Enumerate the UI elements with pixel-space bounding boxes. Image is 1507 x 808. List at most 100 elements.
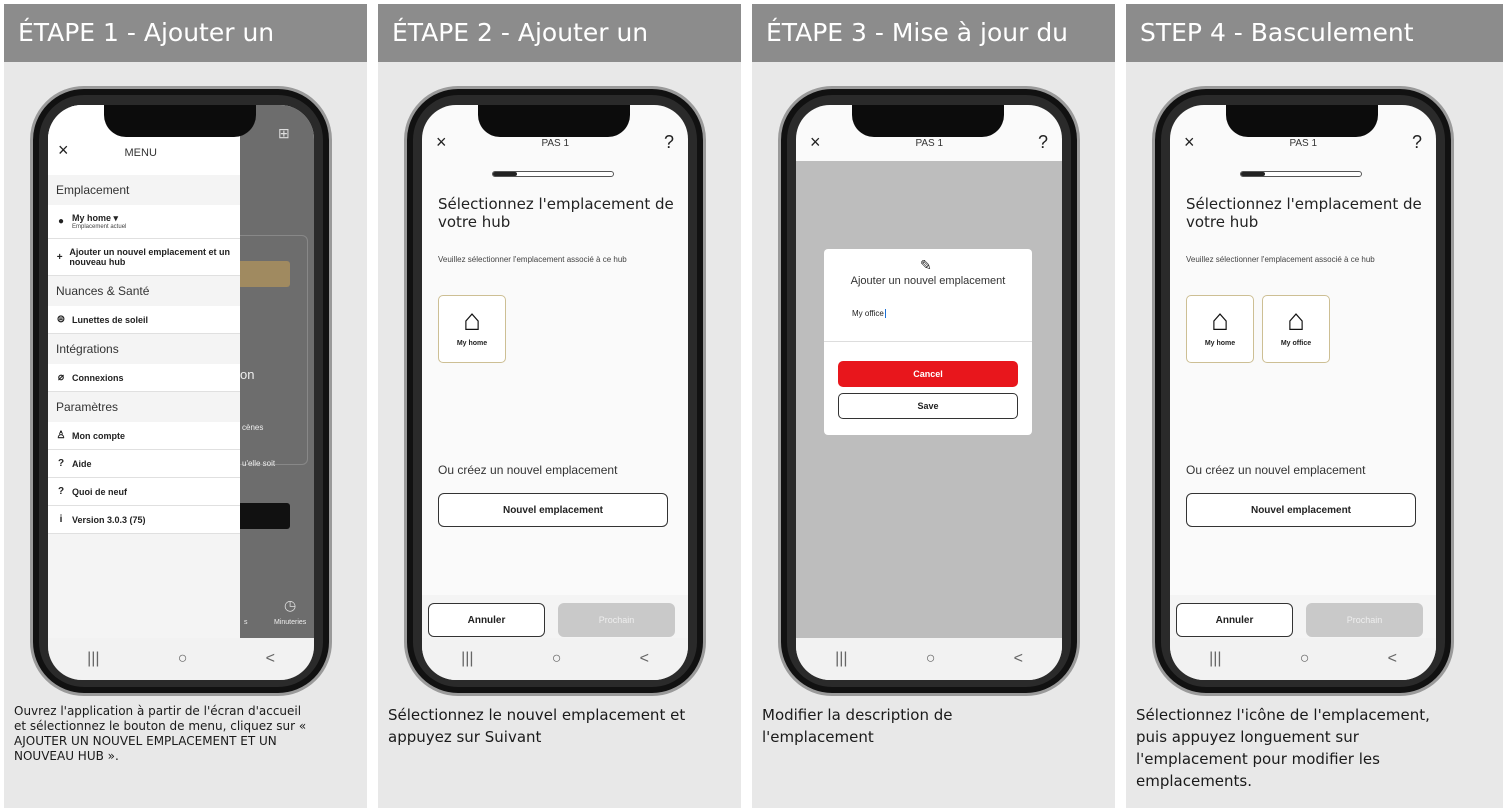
version-item: i Version 3.0.3 (75) xyxy=(48,506,240,534)
sunglasses-item[interactable]: ⊜ Lunettes de soleil xyxy=(48,306,240,334)
section-shades: Nuances & Santé xyxy=(56,284,150,298)
recent-apps-icon[interactable]: ||| xyxy=(835,650,847,668)
current-location-name: My home xyxy=(72,213,112,223)
sunglasses-icon: ⊜ xyxy=(56,314,66,325)
connections-label: Connexions xyxy=(72,372,124,383)
sunglasses-label: Lunettes de soleil xyxy=(72,314,149,325)
house-icon: ⌂ xyxy=(1210,304,1230,337)
location-card-my-office[interactable]: ⌂ My office xyxy=(1262,295,1330,363)
back-icon[interactable]: < xyxy=(1388,650,1397,668)
location-name-input[interactable]: My office xyxy=(852,309,886,318)
step-caption: Modifier la description de l'emplacement xyxy=(762,706,953,746)
grid-icon: ⊞ xyxy=(278,125,290,141)
location-name: My home xyxy=(1204,340,1236,347)
help-item[interactable]: ? Aide xyxy=(48,450,240,478)
help-icon[interactable]: ? xyxy=(664,132,674,153)
home-circle-icon[interactable]: ○ xyxy=(1300,650,1310,668)
close-icon[interactable]: × xyxy=(1184,132,1195,153)
phone-notch xyxy=(104,105,256,137)
next-button[interactable]: Prochain xyxy=(1306,603,1423,637)
back-icon[interactable]: < xyxy=(266,650,275,668)
step-title: ÉTAPE 1 - Ajouter un xyxy=(4,4,367,62)
pencil-icon: ✎ xyxy=(920,257,932,273)
step-caption: Sélectionnez l'icône de l'emplacement, p… xyxy=(1136,706,1430,790)
or-create-text: Ou créez un nouvel emplacement xyxy=(438,463,618,477)
location-pin-icon: ● xyxy=(57,216,65,227)
background-dark-bar xyxy=(234,503,290,529)
cancel-button[interactable]: Annuler xyxy=(1176,603,1293,637)
info-icon: i xyxy=(59,514,63,525)
step-title: STEP 4 - Basculement xyxy=(1126,4,1503,62)
add-location-item[interactable]: + Ajouter un nouvel emplacement et un no… xyxy=(48,239,240,276)
dialog-title: Ajouter un nouvel emplacement xyxy=(850,275,1006,287)
select-subtext: Veuillez sélectionner l'emplacement asso… xyxy=(1186,255,1375,264)
background-text: u'elle soit xyxy=(242,459,276,468)
home-circle-icon[interactable]: ○ xyxy=(178,650,188,668)
background-text: on xyxy=(240,367,255,382)
recent-apps-icon[interactable]: ||| xyxy=(461,650,473,668)
close-icon[interactable]: × xyxy=(810,132,821,153)
section-location: Emplacement xyxy=(56,183,130,197)
home-circle-icon[interactable]: ○ xyxy=(926,650,936,668)
new-location-button[interactable]: Nouvel emplacement xyxy=(438,493,668,527)
screen-title: PAS 1 xyxy=(541,138,570,149)
help-label: Aide xyxy=(72,458,92,469)
step-panel-3: ÉTAPE 3 - Mise à jour du × PAS 1 ? ✎ Ajo… xyxy=(752,4,1115,808)
add-location-label: Ajouter un nouvel emplacement et un nouv… xyxy=(69,247,230,267)
next-button[interactable]: Prochain xyxy=(558,603,675,637)
select-heading: Sélectionnez l'emplacement de votre hub xyxy=(1186,195,1422,231)
step-caption: Sélectionnez le nouvel emplacement et ap… xyxy=(388,706,686,746)
location-card-my-home[interactable]: ⌂ My home xyxy=(438,295,506,363)
cancel-button[interactable]: Annuler xyxy=(428,603,545,637)
back-icon[interactable]: < xyxy=(640,650,649,668)
android-navbar: ||| ○ < xyxy=(796,638,1062,680)
plus-icon: + xyxy=(56,251,63,263)
help-icon[interactable]: ? xyxy=(1038,132,1048,153)
whats-new-item[interactable]: ? Quoi de neuf xyxy=(48,478,240,506)
user-icon: ♙ xyxy=(56,430,66,441)
screen-title: PAS 1 xyxy=(915,138,944,149)
android-navbar: ||| ○ < xyxy=(1170,638,1436,680)
location-name: My home xyxy=(456,340,488,347)
current-location: My home ▾ Emplacement actuel xyxy=(72,213,126,230)
whats-new-label: Quoi de neuf xyxy=(72,486,127,497)
progress-fill xyxy=(1241,172,1265,176)
house-icon: ⌂ xyxy=(462,304,482,337)
timers-tab[interactable]: Minuteries xyxy=(274,619,306,626)
progress-bar xyxy=(492,171,614,177)
step-panel-2: ÉTAPE 2 - Ajouter un × PAS 1 ? Sélection… xyxy=(378,4,741,808)
select-subtext: Veuillez sélectionner l'emplacement asso… xyxy=(438,255,627,264)
close-icon[interactable]: × xyxy=(436,132,447,153)
new-location-button[interactable]: Nouvel emplacement xyxy=(1186,493,1416,527)
question-circle-icon: ? xyxy=(57,458,65,469)
question-circle-icon: ? xyxy=(57,486,65,497)
chevron-down-icon: ▾ xyxy=(113,213,119,223)
close-icon[interactable]: × xyxy=(58,140,69,161)
side-menu: × MENU Emplacement ● My home ▾ Emplaceme… xyxy=(48,105,240,638)
background-text: cènes xyxy=(242,423,264,432)
select-heading: Sélectionnez l'emplacement de votre hub xyxy=(438,195,674,231)
house-icon: ⌂ xyxy=(1286,304,1306,337)
cancel-button[interactable]: Cancel xyxy=(838,361,1018,387)
recent-apps-icon[interactable]: ||| xyxy=(87,650,99,668)
location-card-my-home[interactable]: ⌂ My home xyxy=(1186,295,1254,363)
phone-screen: × PAS 1 ? ✎ Ajouter un nouvel emplacemen… xyxy=(796,105,1062,680)
phone-notch xyxy=(1226,105,1378,137)
recent-apps-icon[interactable]: ||| xyxy=(1209,650,1221,668)
home-circle-icon[interactable]: ○ xyxy=(552,650,562,668)
current-location-item[interactable]: ● My home ▾ Emplacement actuel xyxy=(48,205,240,239)
back-icon[interactable]: < xyxy=(1014,650,1023,668)
phone-mockup: × PAS 1 ? Sélectionnez l'emplacement de … xyxy=(404,86,706,696)
account-item[interactable]: ♙ Mon compte xyxy=(48,422,240,450)
section-settings: Paramètres xyxy=(56,400,119,414)
location-name: My office xyxy=(1280,340,1312,347)
section-integrations: Intégrations xyxy=(56,342,119,356)
save-button[interactable]: Save xyxy=(838,393,1018,419)
step-title: ÉTAPE 3 - Mise à jour du xyxy=(752,4,1115,62)
or-create-text: Ou créez un nouvel emplacement xyxy=(1186,463,1366,477)
connections-item[interactable]: ⌀ Connexions xyxy=(48,364,240,392)
version-label: Version 3.0.3 (75) xyxy=(72,514,146,525)
phone-screen: × PAS 1 ? Sélectionnez l'emplacement de … xyxy=(1170,105,1436,680)
menu-title: MENU xyxy=(124,147,157,159)
help-icon[interactable]: ? xyxy=(1412,132,1422,153)
